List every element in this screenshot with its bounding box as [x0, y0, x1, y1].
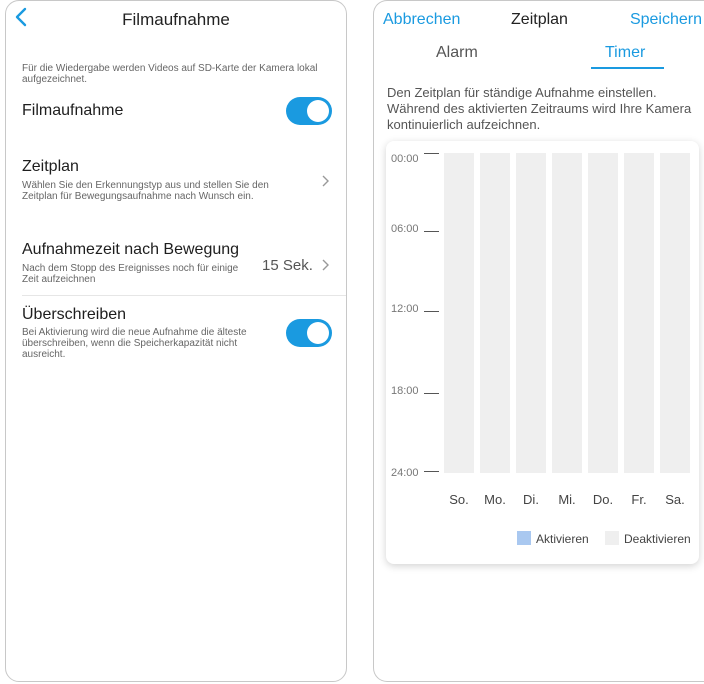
time-label: 18:00 — [391, 385, 419, 397]
time-tick — [424, 311, 439, 312]
schedule-grid-card: 00:00 06:00 12:00 18:00 24:00 So. Mo. Di… — [386, 141, 699, 564]
schedule-description: Den Zeitplan für ständige Aufnahme einst… — [387, 85, 692, 132]
legend-deactivate-label: Deaktivieren — [624, 532, 691, 546]
recording-settings-screen: Filmaufnahme Für die Wiedergabe werden V… — [5, 0, 347, 682]
post-motion-value: 15 Sek. — [262, 257, 313, 274]
header: Filmaufnahme — [6, 1, 346, 41]
day-label: Mi. — [558, 492, 576, 507]
day-label: Di. — [523, 492, 539, 507]
toggle-knob — [307, 322, 329, 344]
tab-alarm[interactable]: Alarm — [436, 44, 478, 62]
time-tick — [424, 471, 439, 472]
recording-label: Filmaufnahme — [22, 102, 124, 119]
chevron-right-icon — [322, 259, 329, 271]
toggle-knob — [307, 100, 329, 122]
save-button[interactable]: Speichern — [630, 11, 702, 29]
chevron-right-icon — [322, 175, 329, 187]
schedule-description: Wählen Sie den Erkennungstyp aus und ste… — [22, 180, 269, 202]
day-column-saturday[interactable] — [660, 153, 690, 473]
time-tick — [424, 231, 439, 232]
schedule-label: Zeitplan — [22, 158, 79, 175]
day-label: So. — [449, 492, 469, 507]
page-title: Filmaufnahme — [122, 10, 230, 29]
time-tick — [424, 153, 439, 154]
day-label: Fr. — [631, 492, 647, 507]
legend-activate-swatch — [517, 531, 531, 545]
day-column-monday[interactable] — [480, 153, 510, 473]
day-column-friday[interactable] — [624, 153, 654, 473]
time-label: 06:00 — [391, 223, 419, 235]
schedule-screen: Abbrechen Zeitplan Speichern Alarm Timer… — [373, 0, 704, 682]
time-label: 00:00 — [391, 153, 419, 165]
day-label: Do. — [592, 492, 614, 507]
divider — [22, 295, 346, 296]
legend-activate-label: Aktivieren — [536, 532, 589, 546]
day-label: Sa. — [665, 492, 685, 507]
time-tick — [424, 393, 439, 394]
day-column-tuesday[interactable] — [516, 153, 546, 473]
overwrite-description: Bei Aktivierung wird die neue Aufnahme d… — [22, 327, 247, 360]
overwrite-toggle[interactable] — [286, 319, 332, 347]
post-motion-label: Aufnahmezeit nach Bewegung — [22, 241, 240, 258]
legend-deactivate-swatch — [605, 531, 619, 545]
day-label: Mo. — [484, 492, 506, 507]
time-label: 12:00 — [391, 303, 419, 315]
day-column-thursday[interactable] — [588, 153, 618, 473]
active-tab-indicator — [591, 67, 664, 69]
time-label: 24:00 — [391, 467, 419, 479]
recording-intro-text: Für die Wiedergabe werden Videos auf SD-… — [22, 63, 318, 85]
overwrite-label: Überschreiben — [22, 306, 127, 323]
post-motion-description: Nach dem Stopp des Ereignisses noch für … — [22, 263, 239, 285]
tab-timer[interactable]: Timer — [605, 44, 645, 62]
recording-toggle[interactable] — [286, 97, 332, 125]
day-column-wednesday[interactable] — [552, 153, 582, 473]
day-column-sunday[interactable] — [444, 153, 474, 473]
